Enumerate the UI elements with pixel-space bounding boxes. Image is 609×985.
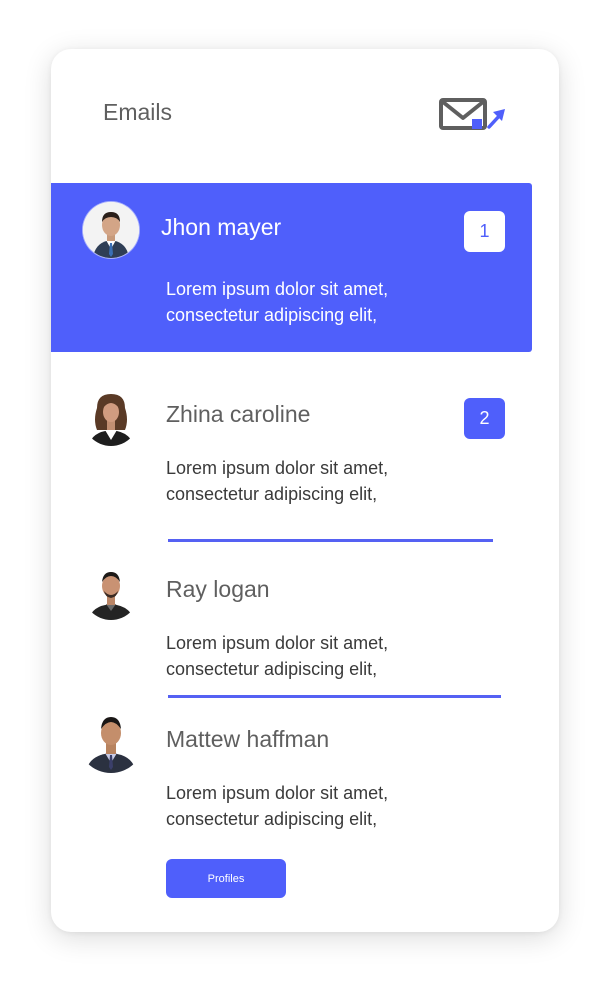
email-item-jhon-mayer[interactable]: Jhon mayer 1 Lorem ipsum dolor sit amet,…: [51, 183, 532, 352]
profiles-button[interactable]: Profiles: [166, 859, 286, 898]
avatar: [83, 564, 139, 620]
divider: [168, 539, 493, 542]
preview-line: consectetur adipiscing elit,: [166, 659, 378, 679]
unread-count-badge: 2: [464, 398, 505, 439]
preview-line: Lorem ipsum dolor sit amet,: [166, 279, 389, 299]
preview-line: Lorem ipsum dolor sit amet,: [166, 783, 389, 803]
email-preview: Lorem ipsum dolor sit amet, consectetur …: [166, 455, 466, 507]
sender-name: Ray logan: [166, 576, 270, 602]
sender-name: Mattew haffman: [166, 726, 330, 752]
preview-line: consectetur adipiscing elit,: [166, 305, 378, 325]
sender-name: Zhina caroline: [166, 401, 311, 427]
preview-line: Lorem ipsum dolor sit amet,: [166, 458, 389, 478]
email-item-zhina-caroline[interactable]: Zhina caroline 2 Lorem ipsum dolor sit a…: [51, 379, 532, 509]
email-preview: Lorem ipsum dolor sit amet, consectetur …: [166, 276, 466, 328]
preview-line: consectetur adipiscing elit,: [166, 809, 378, 829]
divider: [168, 695, 501, 698]
avatar: [83, 390, 139, 446]
mail-send-icon[interactable]: [439, 97, 507, 133]
page-title: Emails: [103, 99, 173, 125]
sender-name: Jhon mayer: [161, 214, 282, 240]
avatar: [78, 707, 144, 773]
email-item-ray-logan[interactable]: Ray logan Lorem ipsum dolor sit amet, co…: [51, 554, 532, 684]
email-preview: Lorem ipsum dolor sit amet, consectetur …: [166, 780, 466, 832]
unread-count-badge: 1: [464, 211, 505, 252]
email-preview: Lorem ipsum dolor sit amet, consectetur …: [166, 630, 466, 682]
email-item-mattew-haffman[interactable]: Mattew haffman Lorem ipsum dolor sit ame…: [51, 704, 532, 834]
avatar: [83, 202, 139, 258]
preview-line: Lorem ipsum dolor sit amet,: [166, 633, 389, 653]
preview-line: consectetur adipiscing elit,: [166, 484, 378, 504]
email-card: Emails Jhon mayer 1 Lorem ipsum dolor si…: [51, 49, 559, 932]
